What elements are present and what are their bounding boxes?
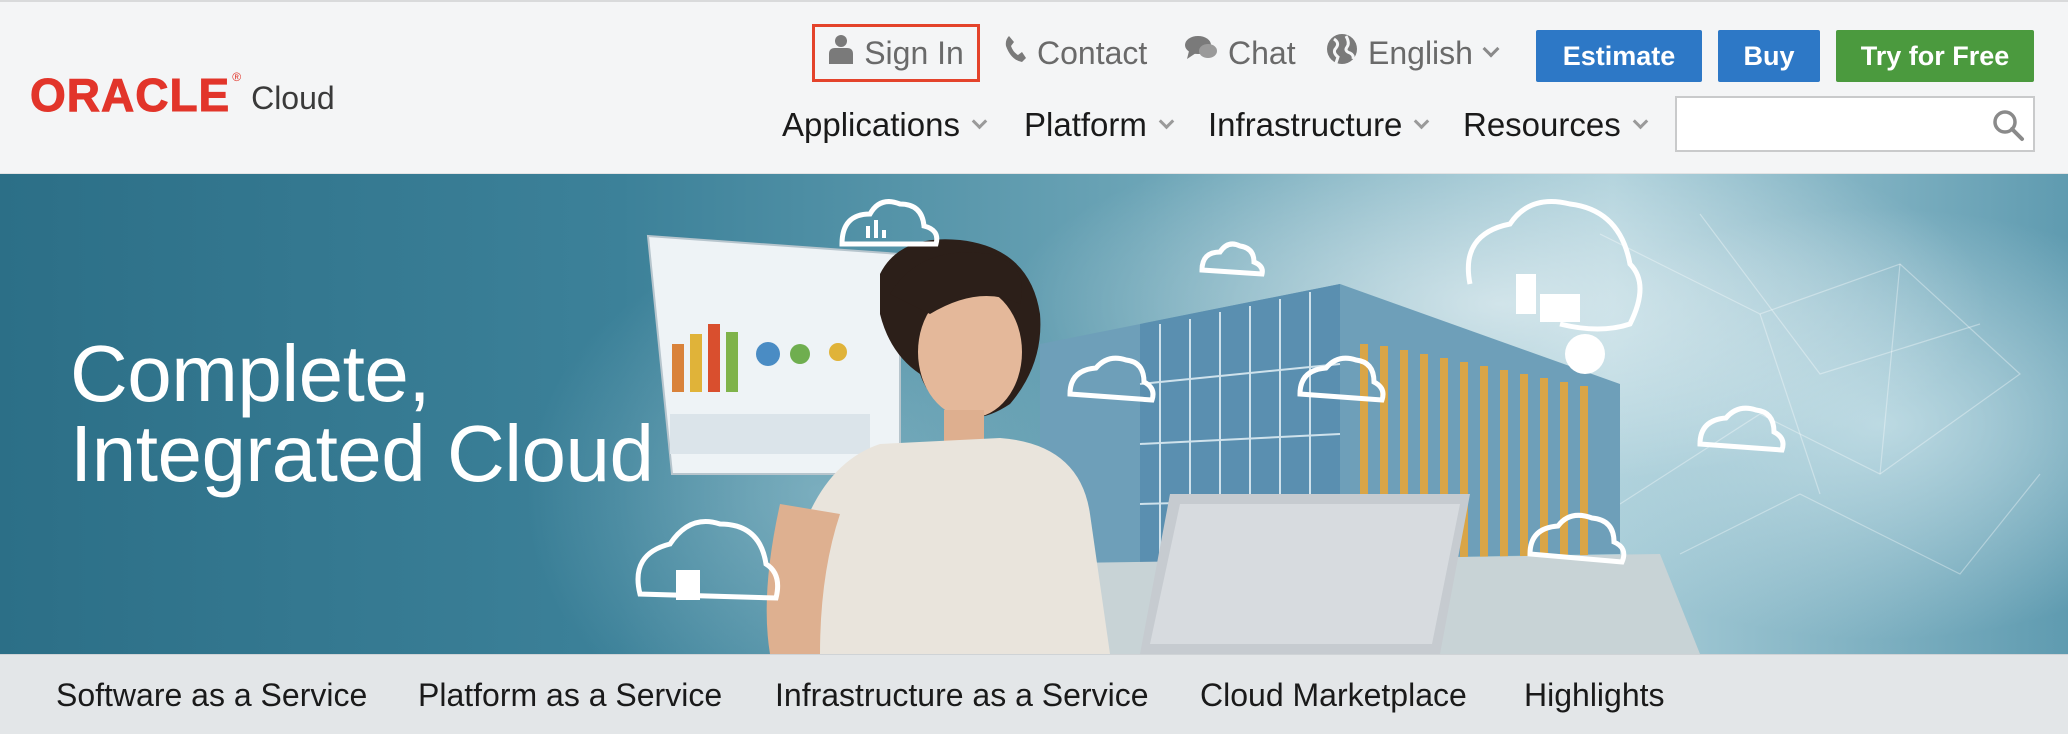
- chat-link[interactable]: Chat: [1184, 24, 1296, 82]
- oracle-cloud-logo[interactable]: ORACLE ® Cloud: [29, 68, 335, 121]
- tab-infrastructure-as-a-service[interactable]: Infrastructure as a Service: [775, 677, 1148, 714]
- network-lines: [1599, 213, 2041, 575]
- site-header: ORACLE ® Cloud Sign In Contact Chat Engl…: [0, 0, 2068, 174]
- nav-infrastructure[interactable]: Infrastructure: [1208, 100, 1430, 150]
- chevron-down-icon: [1482, 40, 1500, 58]
- tab-platform-as-a-service[interactable]: Platform as a Service: [418, 677, 722, 714]
- language-label: English: [1368, 34, 1473, 71]
- phone-icon: [1003, 34, 1027, 72]
- contact-link[interactable]: Contact: [1003, 24, 1147, 82]
- service-tabs-bar: Software as a Service Platform as a Serv…: [0, 654, 2068, 734]
- try-for-free-button[interactable]: Try for Free: [1836, 30, 2034, 82]
- hero-headline: Complete, Integrated Cloud: [70, 334, 654, 494]
- chevron-down-icon: [1414, 113, 1430, 129]
- tab-cloud-marketplace[interactable]: Cloud Marketplace: [1200, 677, 1467, 714]
- oracle-wordmark: ORACLE: [29, 69, 231, 121]
- nav-platform[interactable]: Platform: [1024, 100, 1175, 150]
- chevron-down-icon: [971, 113, 988, 129]
- dashboard-screen: [646, 234, 901, 475]
- nav-platform-label: Platform: [1024, 106, 1147, 143]
- tab-highlights[interactable]: Highlights: [1524, 677, 1665, 714]
- chevron-down-icon: [1632, 113, 1649, 129]
- nav-applications[interactable]: Applications: [782, 100, 988, 150]
- cloud-wordmark: Cloud: [251, 80, 335, 116]
- search-input[interactable]: [1677, 98, 1977, 150]
- registered-mark: ®: [232, 70, 242, 84]
- chat-label: Chat: [1228, 34, 1296, 71]
- sign-in-label: Sign In: [864, 34, 964, 71]
- nav-infrastructure-label: Infrastructure: [1208, 106, 1403, 143]
- chat-bubble-icon: [1184, 34, 1218, 72]
- sign-in-link[interactable]: Sign In: [812, 24, 980, 82]
- buy-button[interactable]: Buy: [1718, 30, 1820, 82]
- tab-software-as-a-service[interactable]: Software as a Service: [56, 677, 367, 714]
- language-selector[interactable]: English: [1326, 24, 1500, 82]
- globe-icon: [1326, 33, 1358, 73]
- search-icon[interactable]: [1991, 108, 2025, 147]
- nav-applications-label: Applications: [782, 106, 960, 143]
- nav-resources-label: Resources: [1463, 106, 1621, 143]
- nav-resources[interactable]: Resources: [1463, 100, 1649, 150]
- hero-headline-line1: Complete,: [70, 329, 431, 418]
- search-box: [1675, 96, 2035, 152]
- estimate-button[interactable]: Estimate: [1536, 30, 1702, 82]
- contact-label: Contact: [1037, 34, 1148, 71]
- user-icon: [828, 34, 854, 72]
- hero-headline-line2: Integrated Cloud: [70, 409, 654, 498]
- hero-banner: Complete, Integrated Cloud: [0, 174, 2068, 654]
- chevron-down-icon: [1158, 113, 1175, 129]
